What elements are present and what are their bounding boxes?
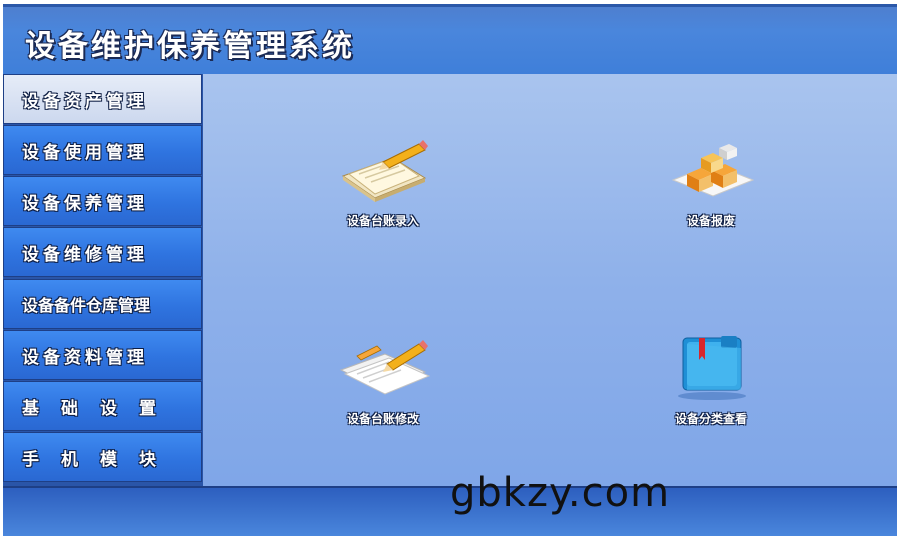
main-content: 设备台账录入 设备报废 设备台账修改 设备分类查看 bbox=[203, 74, 897, 486]
tile-asset-ledger-edit[interactable]: 设备台账修改 bbox=[308, 334, 458, 427]
sidebar-item-asset-management[interactable]: 设备资产管理 bbox=[3, 74, 202, 124]
sidebar-item-maintenance-management[interactable]: 设备保养管理 bbox=[3, 176, 202, 226]
sidebar-item-mobile-module[interactable]: 手机模块 bbox=[3, 432, 202, 482]
tile-asset-scrap[interactable]: 设备报废 bbox=[636, 136, 786, 229]
sidebar-item-documents-management[interactable]: 设备资料管理 bbox=[3, 330, 202, 380]
sidebar-item-basic-settings[interactable]: 基础设置 bbox=[3, 381, 202, 431]
tile-label: 设备台账录入 bbox=[346, 214, 419, 228]
sidebar: 设备资产管理 设备使用管理 设备保养管理 设备维修管理 设备备件仓库管理 设备资… bbox=[3, 74, 203, 486]
tile-label: 设备报废 bbox=[686, 214, 735, 228]
title-bar: 设备维护保养管理系统 bbox=[3, 4, 897, 74]
paper-pencil-icon bbox=[339, 340, 431, 395]
app-title: 设备维护保养管理系统 bbox=[25, 29, 355, 64]
blue-folder-icon bbox=[678, 336, 746, 400]
tile-label: 设备分类查看 bbox=[674, 412, 747, 426]
sidebar-item-repair-management[interactable]: 设备维修管理 bbox=[3, 227, 202, 277]
boxes-icon bbox=[671, 144, 755, 197]
notebook-pencil-icon bbox=[341, 140, 428, 202]
sidebar-item-usage-management[interactable]: 设备使用管理 bbox=[3, 125, 202, 175]
tile-label: 设备台账修改 bbox=[346, 412, 419, 426]
tile-asset-ledger-entry[interactable]: 设备台账录入 bbox=[308, 136, 458, 229]
app-window: 设备维护保养管理系统 设备资产管理 设备使用管理 设备保养管理 设备维修管理 设… bbox=[3, 4, 897, 536]
tile-asset-category-view[interactable]: 设备分类查看 bbox=[636, 334, 786, 427]
sidebar-item-spare-parts-warehouse[interactable]: 设备备件仓库管理 bbox=[3, 279, 202, 329]
watermark-text: gbkzy.com bbox=[450, 470, 671, 516]
